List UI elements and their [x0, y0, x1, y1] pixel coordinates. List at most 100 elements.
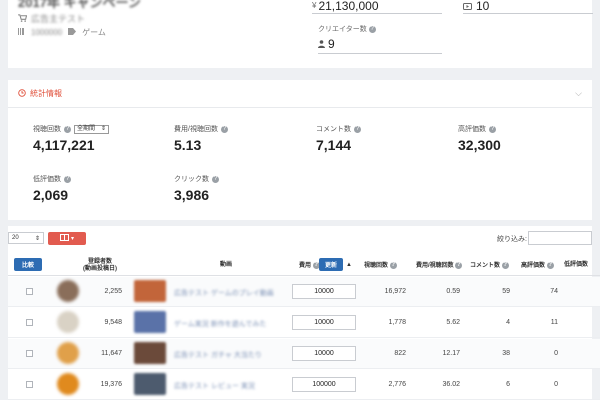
table-row[interactable]: 2,255 広告テスト ゲームのプレイ動画 10000 16,972 0.59 … [8, 277, 600, 307]
video-thumbnail[interactable] [134, 373, 166, 395]
stat-value: 2,069 [33, 187, 69, 203]
help-icon[interactable]: ? [64, 125, 71, 133]
filter-label: 絞り込み: [497, 236, 527, 243]
likes-header[interactable]: 高評価数 ? [521, 262, 554, 270]
help-icon[interactable]: ? [220, 125, 228, 133]
page-size-value: 20 [12, 235, 19, 241]
comments-header-label: コメント数 [470, 263, 501, 270]
stat-label: 視聴回数 [33, 126, 61, 133]
stat-cost-per-view: 費用/視聴回数 ? 5.13 [174, 124, 228, 153]
help-icon[interactable]: ? [546, 262, 554, 269]
help-icon[interactable]: ? [489, 125, 496, 133]
comments-header[interactable]: コメント数 ? [470, 262, 509, 270]
video-header[interactable]: 動画 [220, 262, 232, 269]
video-thumbnail[interactable] [134, 342, 166, 364]
column-toggle-button[interactable]: ▾ [48, 232, 86, 245]
help-icon[interactable]: ? [354, 125, 361, 133]
yen-icon: ¥ [312, 1, 317, 10]
update-button[interactable]: 更新 [319, 258, 343, 271]
chevron-down-icon: ▾ [70, 236, 74, 242]
help-icon[interactable]: ? [368, 25, 376, 33]
budget-field: ¥ 21,130,000 [312, 0, 442, 14]
dislikes-cell: 1 [568, 288, 600, 295]
table-body: 2,255 広告テスト ゲームのプレイ動画 10000 16,972 0.59 … [8, 277, 600, 400]
views-cell: 16,972 [384, 288, 406, 295]
stat-clicks: クリック数 ? 3,986 [174, 174, 219, 203]
advertiser-name[interactable]: 広告主テスト [31, 12, 85, 25]
creator-count-label: クリエイター数 ? [318, 24, 376, 34]
help-icon[interactable]: ? [212, 175, 219, 183]
page-size-select[interactable]: 20 ⇕ [8, 232, 44, 244]
tag-icon [68, 28, 77, 37]
subscribers-header-label: 登録者数 [87, 259, 112, 265]
table-row[interactable]: 19,376 広告テスト レビュー 実況 100000 2,776 36.02 … [8, 370, 600, 400]
cost-input[interactable]: 10000 [292, 346, 356, 361]
subscribers-cell: 9,548 [104, 319, 122, 326]
video-thumbnail[interactable] [134, 280, 166, 302]
period-select[interactable]: 全期間 ⇕ [74, 124, 110, 134]
cost-per-view-header-label: 費用/視聴回数 [416, 263, 454, 270]
stat-dislikes: 低評価数 ? 2,069 [33, 174, 71, 203]
advertiser-row: 広告主テスト [18, 12, 85, 25]
cost-input[interactable]: 100000 [292, 377, 356, 392]
help-icon[interactable]: ? [455, 262, 463, 269]
views-header[interactable]: 視聴回数 ? [364, 262, 397, 270]
stat-label: クリック数 [174, 176, 209, 183]
select-arrow-icon: ⇕ [34, 235, 40, 242]
likes-cell: 11 [550, 319, 558, 326]
subscribers-cell: 11,647 [101, 350, 122, 357]
sort-icon[interactable]: ▲ [346, 262, 352, 269]
row-checkbox[interactable] [26, 381, 33, 388]
avatar[interactable] [57, 373, 79, 395]
video-title-link[interactable]: 広告テスト ガチャ 大当たり [174, 350, 262, 360]
views-cell: 2,776 [388, 381, 406, 388]
table-row[interactable]: 11,647 広告テスト ガチャ 大当たり 10000 822 12.17 38… [8, 339, 600, 369]
cost-per-view-header[interactable]: 費用/視聴回数 ? [416, 262, 463, 270]
subscribers-header[interactable]: 登録者数 (動画投稿日) [83, 259, 117, 273]
video-icon [463, 0, 472, 13]
avatar[interactable] [57, 280, 79, 302]
cart-icon [18, 13, 28, 24]
category-id: 1000000 [31, 28, 63, 37]
views-header-label: 視聴回数 [364, 263, 389, 270]
table-row[interactable]: 9,548 ゲーム実況 新作を遊んでみた 10000 1,778 5.62 4 … [8, 308, 600, 338]
cost-input[interactable]: 10000 [292, 315, 356, 330]
dislikes-header-label: 低評価数 [564, 262, 589, 268]
stat-value: 5.13 [174, 137, 202, 153]
statistics-header[interactable]: 統計情報 ⌵ [8, 80, 592, 108]
cost-per-view-cell: 0.59 [446, 288, 460, 295]
row-checkbox[interactable] [26, 319, 33, 326]
comments-cell: 4 [506, 319, 510, 326]
help-icon[interactable]: ? [389, 262, 397, 269]
compare-button[interactable]: 比較 [14, 258, 42, 271]
row-checkbox[interactable] [26, 350, 33, 357]
stat-label: 費用/視聴回数 [174, 126, 218, 133]
stat-value: 3,986 [174, 187, 210, 203]
dislikes-header[interactable]: 低評価数 [564, 262, 588, 269]
video-title-link[interactable]: ゲーム実況 新作を遊んでみた [174, 319, 266, 329]
cost-header[interactable]: 費用 ? [299, 262, 320, 270]
cost-input[interactable]: 10000 [292, 284, 356, 299]
subscribers-cell: 2,255 [104, 288, 122, 295]
video-title-link[interactable]: 広告テスト ゲームのプレイ動画 [174, 288, 274, 298]
chevron-down-icon[interactable]: ⌵ [575, 88, 582, 99]
filter-input[interactable] [528, 231, 592, 245]
stat-value: 7,144 [316, 137, 352, 153]
avatar[interactable] [57, 311, 79, 333]
creator-count-field: 9 [318, 34, 442, 54]
stat-value: 32,300 [458, 137, 501, 153]
likes-header-label: 高評価数 [521, 263, 546, 270]
avatar[interactable] [57, 342, 79, 364]
statistics-panel: 統計情報 ⌵ 視聴回数 ? 全期間 ⇕ 4,117,221 費用/視聴回数 ? … [8, 80, 592, 220]
dislikes-cell: 2 [568, 319, 600, 326]
video-thumbnail[interactable] [134, 311, 166, 333]
help-icon[interactable]: ? [64, 175, 71, 183]
row-checkbox[interactable] [26, 288, 33, 295]
comments-cell: 6 [506, 381, 510, 388]
likes-cell: 0 [554, 381, 558, 388]
campaign-title: 2017年 キャンペーン [18, 0, 141, 10]
video-title-link[interactable]: 広告テスト レビュー 実況 [174, 381, 255, 391]
subscribers-header-sublabel: (動画投稿日) [83, 266, 117, 272]
likes-cell: 74 [550, 288, 558, 295]
help-icon[interactable]: ? [501, 262, 509, 269]
